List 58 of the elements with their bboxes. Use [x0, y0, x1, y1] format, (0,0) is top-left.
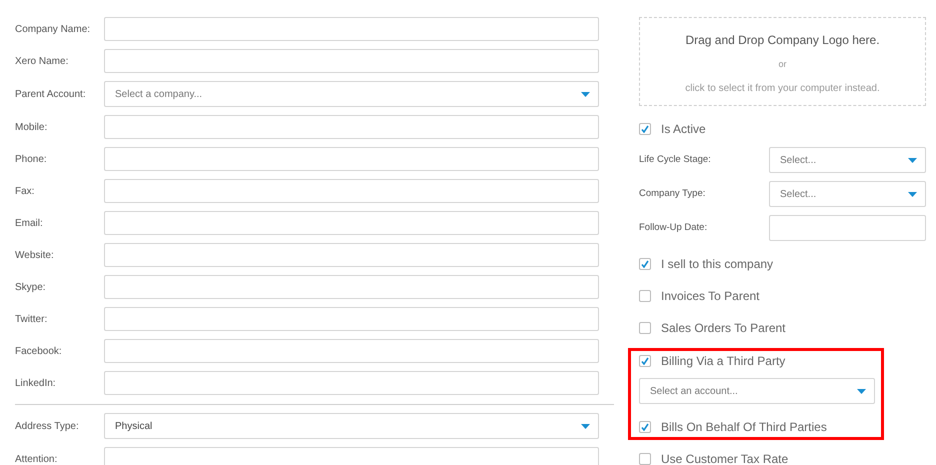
- field-label: Email:: [14, 216, 44, 230]
- field-label: Facebook:: [14, 344, 63, 358]
- field-label: Address Type:: [14, 420, 80, 434]
- caret-icon: [857, 388, 866, 394]
- input-field[interactable]: [104, 371, 599, 395]
- checkbox-label: Is Active: [661, 121, 706, 138]
- dropdown[interactable]: Select an account...: [639, 378, 875, 404]
- input-field[interactable]: [104, 49, 599, 73]
- field-label: Fax:: [14, 184, 36, 198]
- checkbox-label: Sales Orders To Parent: [661, 320, 786, 337]
- input-field[interactable]: [104, 243, 599, 267]
- checkbox-label: Bills On Behalf Of Third Parties: [661, 419, 827, 436]
- input-field[interactable]: [104, 307, 599, 331]
- logo-drop-zone[interactable]: Drag and Drop Company Logo here. or click to select it from your computer instead.: [639, 17, 926, 106]
- field-label: Mobile:: [14, 120, 48, 134]
- checkbox[interactable]: [639, 355, 651, 367]
- checkbox[interactable]: [639, 421, 651, 433]
- input-field[interactable]: [104, 211, 599, 235]
- field-label: Skype:: [14, 280, 47, 294]
- dropdown[interactable]: Select a company...: [104, 81, 599, 107]
- checkbox-label: Billing Via a Third Party: [661, 353, 786, 370]
- checkbox[interactable]: [639, 453, 651, 465]
- drop-zone-hint: click to select it from your computer instead.: [685, 82, 880, 96]
- checkbox-label: Invoices To Parent: [661, 288, 760, 305]
- caret-icon: [581, 424, 590, 428]
- drop-zone-title: Drag and Drop Company Logo here.: [685, 32, 880, 49]
- field-label: Xero Name:: [14, 54, 70, 68]
- field-label: LinkedIn:: [14, 376, 57, 390]
- caret-icon: [908, 192, 917, 196]
- input-field[interactable]: [104, 275, 599, 299]
- dropdown[interactable]: Select...: [769, 147, 926, 173]
- field-label: Attention:: [14, 452, 58, 465]
- checkbox-label: I sell to this company: [661, 256, 774, 273]
- checkbox[interactable]: [639, 123, 651, 135]
- input-field[interactable]: [104, 17, 599, 41]
- dropdown[interactable]: Physical: [104, 413, 599, 439]
- input-field[interactable]: [104, 147, 599, 171]
- field-label: Parent Account:: [14, 88, 87, 102]
- input-field[interactable]: [104, 339, 599, 363]
- dropdown[interactable]: Select...: [769, 181, 926, 207]
- field-label: Life Cycle Stage:: [639, 152, 712, 167]
- field-label: Company Type:: [639, 186, 706, 201]
- drop-zone-separator: or: [778, 58, 786, 71]
- input-field[interactable]: [104, 447, 599, 465]
- checkbox-label: Use Customer Tax Rate: [661, 451, 788, 465]
- field-label: Twitter:: [14, 312, 48, 326]
- checkbox[interactable]: [639, 322, 651, 334]
- field-label: Follow-Up Date:: [639, 220, 708, 235]
- field-label: Company Name:: [14, 22, 92, 36]
- field-label: Website:: [14, 248, 55, 262]
- caret-icon: [581, 92, 590, 96]
- checkbox[interactable]: [639, 290, 651, 302]
- input-field[interactable]: [104, 115, 599, 139]
- checkbox[interactable]: [639, 258, 651, 270]
- input-field[interactable]: [104, 179, 599, 203]
- field-label: Phone:: [14, 152, 48, 166]
- input-field[interactable]: [769, 215, 926, 241]
- caret-icon: [908, 158, 917, 162]
